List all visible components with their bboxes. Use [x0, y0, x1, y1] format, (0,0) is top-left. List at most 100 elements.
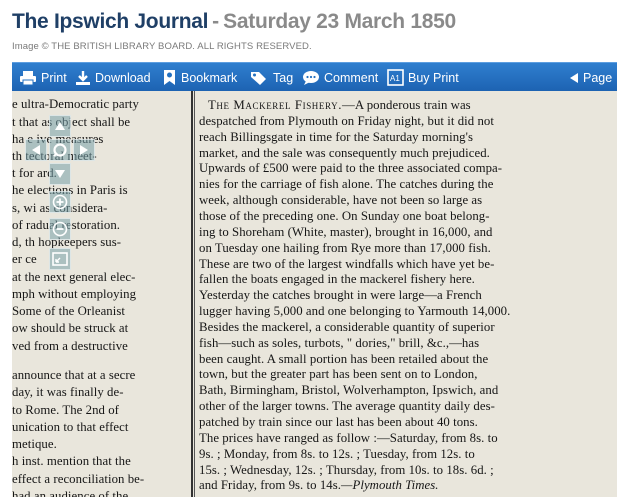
left-article-line: e ultra-Democratic party	[12, 97, 139, 111]
article-line-text: been caught. A small portion has been re…	[199, 351, 489, 366]
download-button[interactable]: Download	[75, 63, 151, 92]
article-line-text: market, and the sale was consequently mu…	[199, 145, 490, 160]
article-line-text: patched by train since our last has been…	[199, 415, 478, 429]
issue-date: Saturday 23 March 1850	[223, 10, 456, 33]
left-article-line: ved from a destructive	[12, 339, 128, 353]
article-line-text: nies for the carriage of fish alone. The…	[199, 177, 494, 192]
arrow-right-icon	[79, 144, 89, 156]
article-line-text: The prices have ranged as follow :—Satur…	[199, 430, 498, 445]
pan-left-button[interactable]	[25, 139, 47, 161]
article-line-text: Yesterday the catches brought in were la…	[199, 288, 482, 303]
print-label: Print	[41, 70, 67, 85]
article-line-text: on Tuesday one hailing from Rye more tha…	[199, 240, 491, 255]
buy-print-button[interactable]: A1 Buy Print	[387, 63, 459, 92]
article-line: 15s. ; Wednesday, 12s. ; Thursday, from …	[199, 463, 494, 478]
article-line: ing to Shoreham (White, master), brought…	[199, 225, 492, 240]
article-line-text: despatched from Plymouth on Friday night…	[199, 113, 494, 128]
tag-icon	[250, 70, 269, 86]
mackerel-fishery-article: The Mackerel Fishery.—A ponderous train …	[196, 91, 617, 497]
article-line: those of the preceding one. On Sunday on…	[199, 209, 490, 224]
article-line: These are two of the largest windfalls w…	[199, 257, 494, 272]
rotate-icon	[52, 142, 68, 158]
left-article-line: h inst. mention that the	[12, 454, 131, 468]
fit-to-screen-button[interactable]	[49, 248, 71, 270]
newspaper-viewer[interactable]: e ultra-Democratic party t that as object…	[12, 91, 617, 497]
tag-label: Tag	[273, 70, 294, 85]
article-line: fallen the boats engaged in the mackerel…	[199, 272, 475, 287]
svg-text:A1: A1	[390, 74, 400, 83]
pan-up-button[interactable]	[49, 115, 71, 137]
article-first-line: The Mackerel Fishery.—A ponderous train …	[208, 98, 471, 113]
article-line-text: fallen the boats engaged in the mackerel…	[199, 272, 475, 287]
article-line-text: and Friday, from 9s. to 14s.	[199, 478, 342, 493]
zoom-out-icon	[52, 221, 68, 237]
tag-button[interactable]: Tag	[250, 63, 293, 92]
buy-print-icon: A1	[387, 69, 404, 86]
article-line: Bath, Birmingham, Bristol, Wolverhampton…	[199, 383, 498, 398]
article-line: week, although considerable, have not be…	[199, 193, 482, 208]
page-header: The Ipswich Journal - Saturday 23 March 18…	[12, 10, 612, 36]
article-line-text: those of the preceding one. On Sunday on…	[199, 208, 490, 223]
article-line: town, but the greater part has been sent…	[199, 367, 477, 382]
column-rule-inner	[194, 91, 195, 497]
article-line: other of the larger towns. The average q…	[199, 399, 495, 414]
left-article-line: mph without employing	[12, 287, 137, 301]
left-article-line: unication to that effect	[12, 420, 129, 434]
comment-icon	[302, 70, 320, 86]
article-line-text: Besides the mackerel, a considerable qua…	[199, 319, 495, 334]
article-line: despatched from Plymouth on Friday night…	[199, 114, 494, 129]
zoom-out-button[interactable]	[49, 218, 71, 240]
left-article-line: t that as object shall be	[12, 115, 131, 129]
left-article-line: to Rome. The 2nd of	[12, 403, 119, 417]
arrow-down-icon	[54, 169, 66, 179]
fit-screen-icon	[52, 252, 68, 266]
printer-icon	[19, 70, 37, 86]
article-line-text: town, but the greater part has been sent…	[199, 367, 478, 382]
article-line: reach Billingsgate in time for the Satur…	[199, 130, 473, 145]
left-article-line: at the next general elec-	[12, 270, 136, 284]
zoom-in-button[interactable]	[49, 191, 71, 213]
column-rule	[191, 91, 193, 497]
pan-right-button[interactable]	[73, 139, 95, 161]
left-article-line: er ce	[12, 252, 37, 266]
zoom-in-icon	[52, 194, 68, 210]
print-button[interactable]: Print	[19, 63, 67, 92]
article-line: patched by train since our last has been…	[199, 415, 478, 430]
article-line-text: Upwards of £500 were paid to the three a…	[199, 161, 503, 176]
article-line: on Tuesday one hailing from Rye more tha…	[199, 241, 491, 256]
publication-title: The Ipswich Journal	[12, 10, 209, 33]
download-icon	[75, 70, 91, 86]
viewer-toolbar: Print Download Bookmark Tag Comment A1 B…	[12, 62, 617, 91]
triangle-left-icon	[569, 72, 579, 84]
article-source: —Plymouth Times.	[341, 478, 439, 493]
bookmark-button[interactable]: Bookmark	[162, 63, 237, 92]
left-article-line: effect a reconciliation be-	[12, 472, 145, 486]
arrow-left-icon	[31, 144, 41, 156]
arrow-up-icon	[54, 121, 66, 131]
left-article-line: ow should be struck at	[12, 321, 129, 335]
reset-view-button[interactable]	[49, 139, 71, 161]
article-line: Besides the mackerel, a considerable qua…	[199, 320, 495, 335]
article-line: Yesterday the catches brought in were la…	[199, 288, 482, 303]
article-line-text: lugger having 5,000 and one belonging to…	[199, 304, 511, 319]
article-line-text: These are two of the largest windfalls w…	[199, 256, 495, 271]
article-line: —A ponderous train was	[342, 98, 471, 112]
comment-label: Comment	[324, 70, 379, 85]
article-line: nies for the carriage of fish alone. The…	[199, 177, 493, 192]
left-article-line: had an audience of the	[12, 489, 129, 497]
title-separator: -	[212, 10, 220, 33]
pan-down-button[interactable]	[49, 163, 71, 185]
page-label: Page	[583, 70, 613, 85]
article-line-text: ing to Shoreham (White, master), brought…	[199, 224, 493, 239]
bookmark-label: Bookmark	[181, 70, 238, 85]
buy-print-label: Buy Print	[408, 70, 459, 85]
comment-button[interactable]: Comment	[302, 63, 378, 92]
left-article-line: Some of the Orleanist	[12, 304, 125, 318]
article-line: The prices have ranged as follow :—Satur…	[199, 431, 498, 446]
article-heading: The Mackerel Fishery.	[208, 98, 343, 112]
left-article-line: announce that at a secre	[12, 368, 136, 382]
article-line: and Friday, from 9s. to 14s.—Plymouth Ti…	[199, 478, 439, 493]
left-article-line: day, it was finally de-	[12, 385, 124, 399]
article-line-text: other of the larger towns. The average q…	[199, 399, 495, 414]
page-nav-button[interactable]: Page	[569, 63, 612, 92]
